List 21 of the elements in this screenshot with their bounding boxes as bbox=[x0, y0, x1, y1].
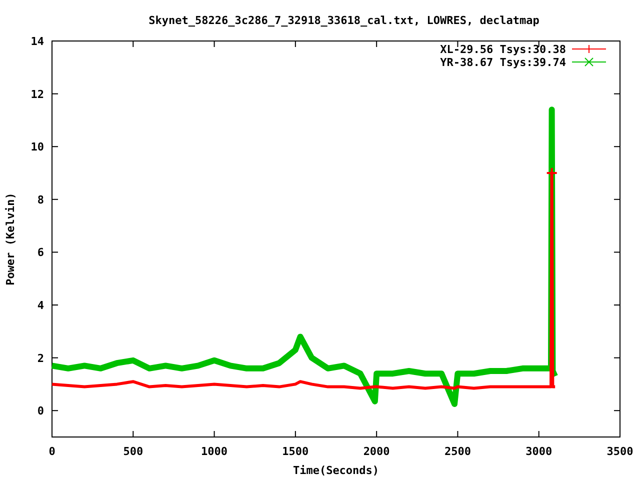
y-tick-label: 2 bbox=[37, 352, 44, 365]
y-tick-label: 4 bbox=[37, 299, 44, 312]
x-tick-label: 1000 bbox=[201, 445, 228, 458]
y-tick-label: 6 bbox=[37, 246, 44, 260]
x-tick-label: 500 bbox=[123, 445, 144, 458]
chart-title: Skynet_58226_3c286_7_32918_33618_cal.txt, LOWRES, declatmap bbox=[148, 14, 540, 27]
y-tick-label: 0 bbox=[37, 404, 44, 418]
y-tick-label: 14 bbox=[30, 35, 44, 48]
y-tick-label: 10 bbox=[30, 140, 44, 154]
y-tick-label: 8 bbox=[37, 193, 44, 206]
x-axis-label: Time(Seconds) bbox=[292, 464, 380, 477]
y-axis-label: Power (Kelvin) bbox=[4, 192, 17, 286]
legend-label: YR-38.67 Tsys:39.74 bbox=[440, 56, 566, 69]
x-tick-label: 1500 bbox=[282, 445, 309, 458]
x-tick-label: 3500 bbox=[606, 445, 634, 458]
x-tick-label: 0 bbox=[48, 445, 56, 458]
x-tick-label: 2500 bbox=[444, 445, 471, 458]
x-tick-label: 2000 bbox=[363, 445, 390, 458]
legend-label: XL-29.56 Tsys:30.38 bbox=[440, 43, 566, 56]
y-tick-label: 12 bbox=[30, 88, 44, 101]
x-tick-label: 3000 bbox=[526, 445, 552, 458]
